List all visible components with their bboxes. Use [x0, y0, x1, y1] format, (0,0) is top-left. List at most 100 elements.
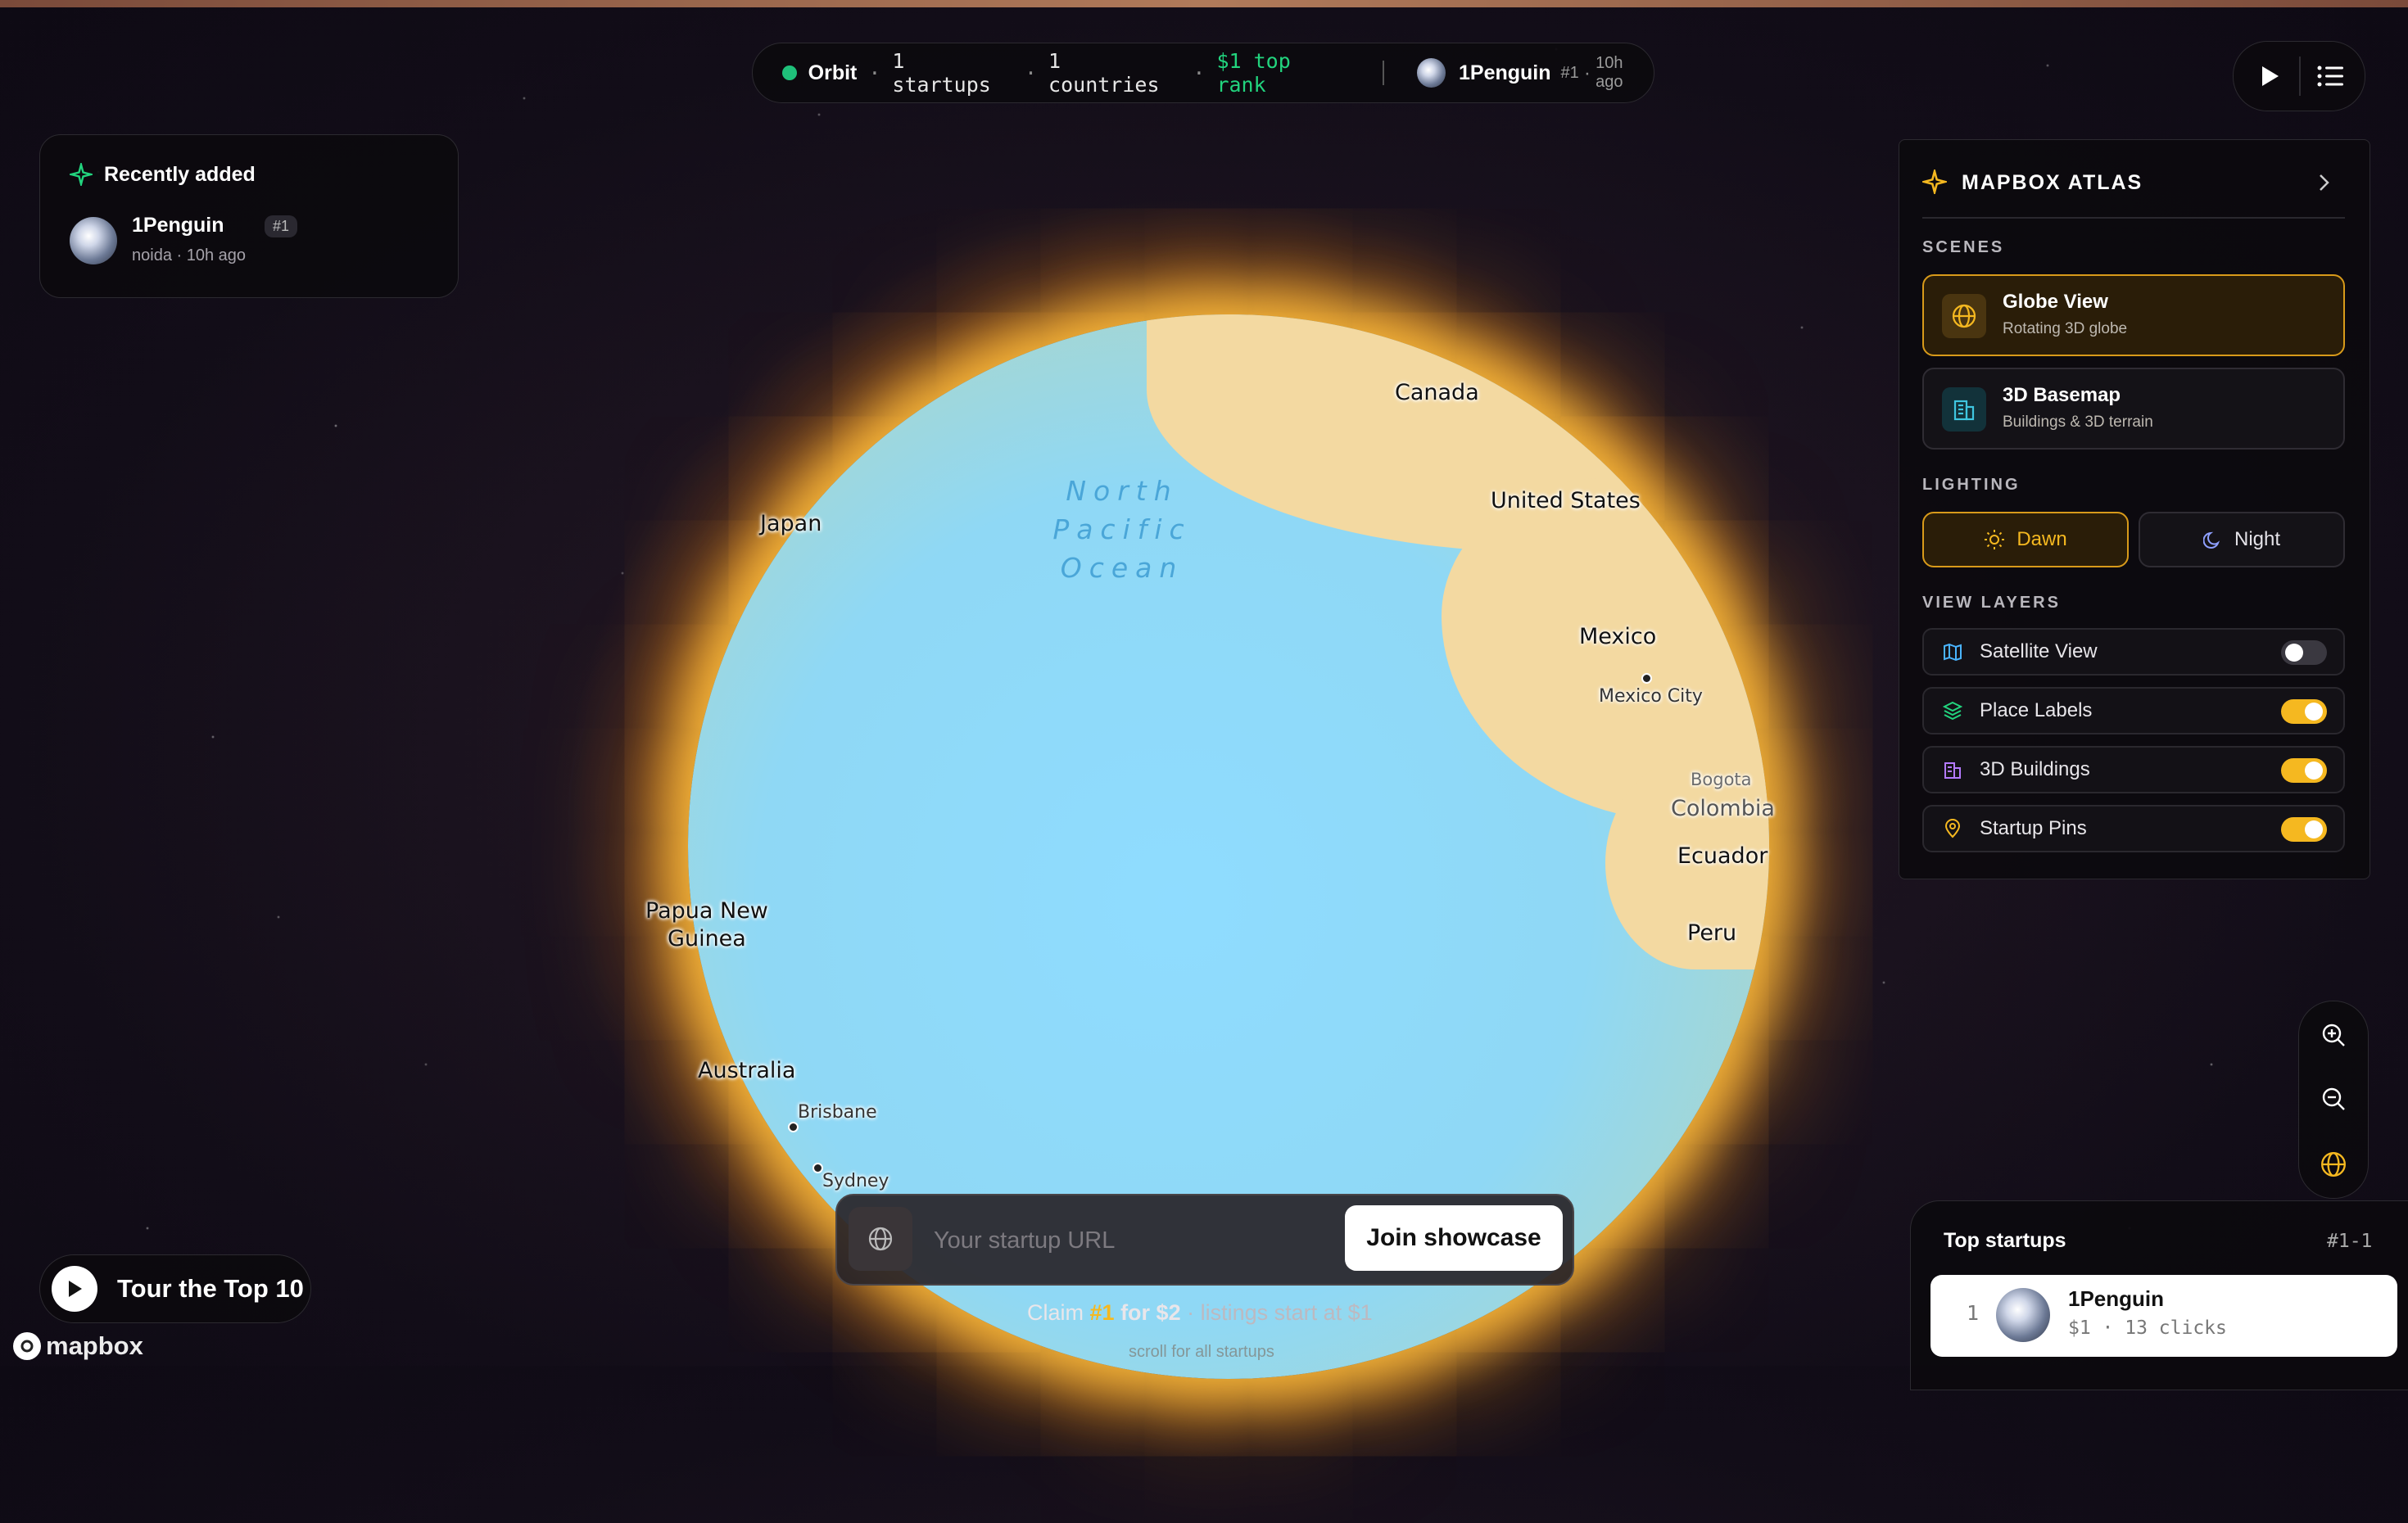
layer-startup-pins[interactable]: Startup Pins [1922, 805, 2345, 852]
mapbox-atlas-panel: MAPBOX ATLAS SCENES Globe View Rotating … [1899, 139, 2370, 879]
top-startups-range: #1-1 [2327, 1231, 2373, 1252]
map-label-colombia: Colombia [1671, 796, 1775, 821]
claim-suffix: · listings start at $1 [1180, 1300, 1373, 1325]
recent-item-rank: #1 [265, 215, 298, 237]
ocean-label-line-1: North [1066, 475, 1179, 507]
scene-globe-icon-box [1942, 294, 1986, 338]
startup-url-input[interactable] [932, 1217, 1328, 1264]
layer-label: Place Labels [1980, 699, 2093, 721]
recent-item-meta: noida · 10h ago [132, 246, 247, 264]
claim-rank: #1 [1089, 1300, 1115, 1325]
startup-meta: $1 · 13 clicks [2068, 1317, 2227, 1339]
toggle-knob [2305, 703, 2323, 721]
globe-icon [1952, 304, 1976, 328]
night-label: Night [2234, 528, 2281, 550]
latest-startup-time: 10h ago [1596, 54, 1623, 91]
top-rank-price: $1 top rank [1216, 49, 1291, 97]
map-label-canada: Canada [1395, 380, 1479, 405]
playback-controls [2233, 41, 2365, 111]
map-label-brisbane: Brisbane [798, 1102, 877, 1123]
tour-top-10-button[interactable]: Tour the Top 10 [39, 1254, 311, 1323]
latest-startup-name[interactable]: 1Penguin [1459, 61, 1551, 85]
join-showcase-button[interactable]: Join showcase [1345, 1205, 1563, 1271]
ocean-label-line-3: Ocean [1060, 552, 1184, 584]
map-pin-mexico-city [1641, 673, 1652, 684]
top-startups-title: Top startups [1944, 1229, 2066, 1252]
claim-prefix: Claim [1027, 1300, 1090, 1325]
lighting-dawn-button[interactable]: Dawn [1922, 512, 2129, 567]
globe-view-button[interactable] [2301, 1134, 2366, 1195]
ocean-label: North Pacific Ocean [1040, 472, 1204, 587]
top-startups-panel: Top startups #1-1 1 1Penguin $1 · 13 cli… [1910, 1200, 2408, 1390]
view-layers-heading: VIEW LAYERS [1922, 594, 2061, 612]
sun-icon [1985, 530, 2005, 549]
url-globe-icon-box [849, 1207, 912, 1271]
startup-name: 1Penguin [2068, 1286, 2165, 1311]
scene-basemap-icon-box [1942, 387, 1986, 432]
layer-3d-buildings[interactable]: 3D Buildings [1922, 746, 2345, 793]
scene-title: 3D Basemap [2003, 384, 2121, 406]
pin-icon [1942, 818, 1963, 839]
scene-subtitle: Buildings & 3D terrain [2003, 414, 2153, 431]
map-label-mexico: Mexico [1579, 624, 1657, 649]
app-name: Orbit [808, 61, 858, 84]
top-startup-item[interactable]: 1 1Penguin $1 · 13 clicks [1930, 1275, 2397, 1357]
scene-3d-basemap[interactable]: 3D Basemap Buildings & 3D terrain [1922, 368, 2345, 450]
globe-icon [868, 1227, 893, 1251]
layers-icon [1942, 700, 1963, 721]
map-label-papua-new-guinea: Papua New Guinea [645, 898, 768, 951]
map-label-peru: Peru [1687, 920, 1737, 946]
startup-pins-toggle[interactable] [2281, 817, 2327, 842]
list-button[interactable] [2311, 56, 2350, 96]
recent-item-name: 1Penguin [132, 214, 224, 237]
zoom-out-button[interactable] [2301, 1069, 2366, 1129]
startup-position: 1 [1967, 1301, 1980, 1325]
layer-label: Satellite View [1980, 640, 2098, 662]
toggle-knob [2285, 644, 2303, 662]
zoom-out-icon [2322, 1087, 2345, 1110]
map-label-australia: Australia [698, 1058, 796, 1083]
atlas-title: MAPBOX ATLAS [1962, 171, 2143, 194]
zoom-in-button[interactable] [2301, 1005, 2366, 1065]
place-labels-toggle[interactable] [2281, 699, 2327, 724]
separator: · [1583, 61, 1591, 84]
separator: · [1193, 61, 1206, 85]
map-label-united-states: United States [1491, 488, 1641, 513]
layer-satellite-view[interactable]: Satellite View [1922, 628, 2345, 676]
scene-subtitle: Rotating 3D globe [2003, 320, 2128, 337]
lighting-heading: LIGHTING [1922, 476, 2021, 494]
map-label-sydney: Sydney [822, 1171, 889, 1191]
play-button[interactable] [2250, 56, 2289, 96]
map-label-ecuador: Ecuador [1677, 843, 1768, 869]
layer-place-labels[interactable]: Place Labels [1922, 687, 2345, 734]
ocean-label-line-2: Pacific [1052, 513, 1192, 545]
lighting-night-button[interactable]: Night [2139, 512, 2345, 567]
zoom-controls [2298, 1001, 2369, 1199]
play-icon [2262, 66, 2279, 86]
sparkle-icon [1922, 169, 1947, 194]
chevron-right-icon[interactable] [2315, 173, 2332, 192]
claim-text: Claim #1 for $2 · listings start at $1 [1027, 1300, 1373, 1326]
zoom-in-icon [2322, 1024, 2345, 1046]
mapbox-logo[interactable]: mapbox [13, 1331, 143, 1361]
map-label-japan: Japan [760, 511, 822, 536]
satellite-view-toggle[interactable] [2281, 640, 2327, 665]
scene-title: Globe View [2003, 291, 2108, 313]
mapbox-logo-icon [13, 1332, 41, 1360]
country-count: 1 countries [1048, 49, 1160, 97]
buildings-icon [1953, 400, 1975, 421]
map-icon [1942, 641, 1963, 662]
status-divider [1382, 61, 1384, 85]
play-circle-icon [52, 1266, 97, 1312]
scene-globe-view[interactable]: Globe View Rotating 3D globe [1922, 274, 2345, 356]
mapbox-wordmark: mapbox [46, 1331, 143, 1360]
globe-icon [2321, 1152, 2346, 1177]
separator: · [1024, 61, 1038, 85]
recent-item[interactable]: 1Penguin #1 noida · 10h ago [70, 214, 430, 279]
tour-label: Tour the Top 10 [117, 1274, 304, 1303]
layer-label: Startup Pins [1980, 817, 2087, 839]
control-divider [2299, 56, 2301, 96]
dawn-label: Dawn [2016, 528, 2067, 550]
latest-startup-rank: #1 [1560, 63, 1579, 82]
3d-buildings-toggle[interactable] [2281, 758, 2327, 783]
